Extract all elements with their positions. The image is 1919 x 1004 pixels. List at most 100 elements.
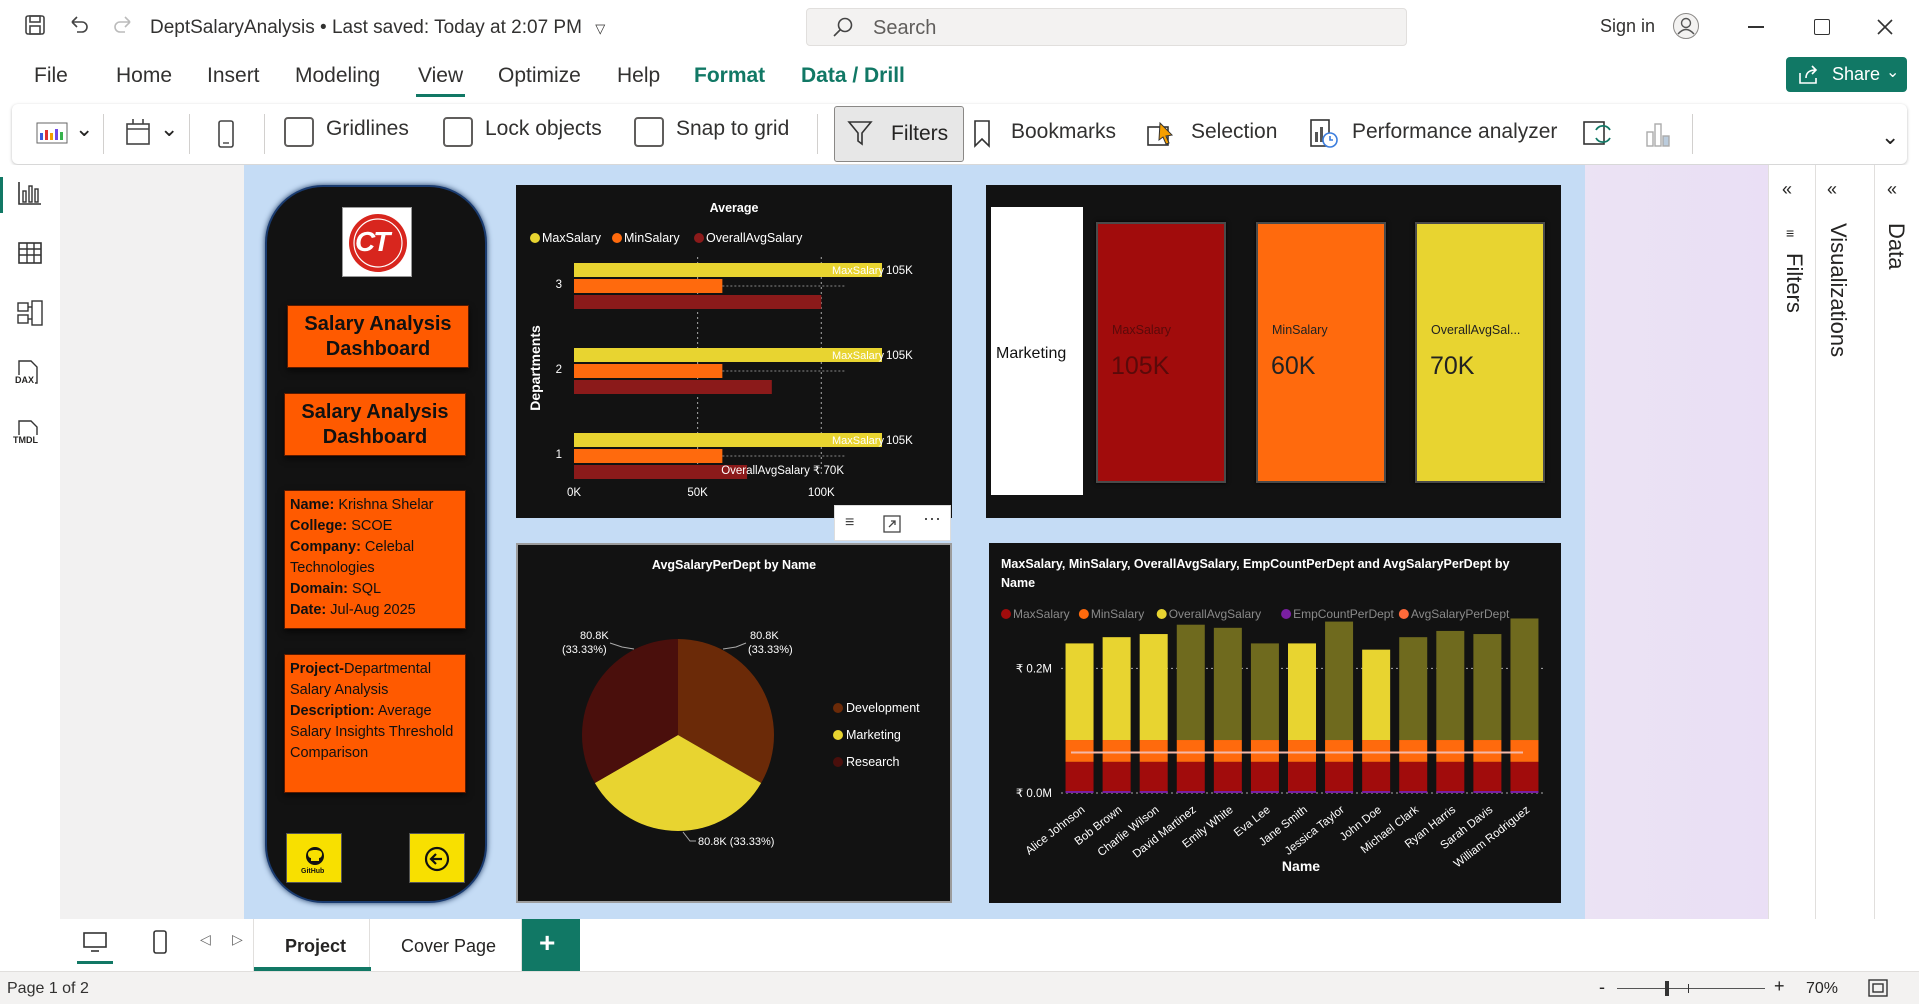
info-key: Domain: xyxy=(290,581,348,597)
kpi-card: OverallAvgSal... 70K xyxy=(1415,222,1545,483)
github-button[interactable]: GitHub xyxy=(286,833,342,883)
chevron-down-icon[interactable]: ⌄ xyxy=(75,116,93,142)
menu-data-drill[interactable]: Data / Drill xyxy=(801,64,905,88)
mobile-layout-icon[interactable] xyxy=(152,929,168,955)
menu-file[interactable]: File xyxy=(34,64,68,88)
bar-segment xyxy=(1362,740,1391,762)
bar-segment xyxy=(1176,624,1205,741)
divider xyxy=(1692,114,1693,154)
slice-label: (33.33%) xyxy=(562,644,607,656)
info-row: Name: Krishna Shelar xyxy=(290,495,460,516)
data-label: MaxSalary xyxy=(832,265,884,277)
undo-icon[interactable] xyxy=(68,14,90,42)
lock-objects-checkbox[interactable] xyxy=(443,117,473,147)
avg-salary-pie-chart[interactable]: AvgSalaryPerDept by Name 80.8K (33.33%) 80.… xyxy=(516,543,952,903)
menu-view[interactable]: View xyxy=(418,64,463,88)
zoom-slider-thumb[interactable] xyxy=(1665,981,1669,996)
gridlines-checkbox[interactable] xyxy=(284,117,314,147)
legend-label: AvgSalaryPerDept xyxy=(1411,607,1510,621)
menu-home[interactable]: Home xyxy=(116,64,172,88)
collapse-data-icon[interactable]: « xyxy=(1887,179,1897,200)
chevron-down-icon[interactable]: ⌄ xyxy=(160,116,178,142)
add-page-button[interactable]: + xyxy=(522,919,580,971)
zoom-level[interactable]: 70% xyxy=(1806,980,1838,998)
fit-to-page-icon[interactable] xyxy=(1868,979,1888,997)
department-slicer[interactable]: Marketing xyxy=(991,207,1083,495)
mobile-layout-icon[interactable] xyxy=(217,119,235,149)
next-page-icon[interactable]: ▷ xyxy=(232,931,243,948)
menu-help[interactable]: Help xyxy=(617,64,660,88)
bar-segment xyxy=(1065,643,1094,741)
bar-segment xyxy=(1213,627,1242,741)
tab-project[interactable]: Project xyxy=(253,919,371,971)
legend-marker xyxy=(1398,609,1409,619)
menu-insert[interactable]: Insert xyxy=(207,64,260,88)
bookmark-icon[interactable] xyxy=(972,119,992,149)
performance-analyzer-icon[interactable] xyxy=(1309,118,1339,150)
filters-button[interactable]: Filters xyxy=(834,106,964,162)
kpi-value: 70K xyxy=(1430,352,1475,380)
kpi-card-panel[interactable]: Marketing MaxSalary 105K MinSalary 60K Overa… xyxy=(986,185,1561,518)
more-options-icon[interactable]: ⋯ xyxy=(923,509,941,530)
filter-icon[interactable]: ≡ xyxy=(845,514,854,532)
zoom-slider[interactable] xyxy=(1617,981,1765,996)
lock-objects-label[interactable]: Lock objects xyxy=(485,117,602,141)
chevron-down-icon[interactable]: ▽ xyxy=(595,21,605,36)
y-tick-label: 2 xyxy=(556,364,562,376)
legend-marker xyxy=(1001,609,1011,619)
average-bar-chart[interactable]: Average MaxSalary MinSalary OverallAvgSalar… xyxy=(516,185,952,518)
menu-optimize[interactable]: Optimize xyxy=(498,64,581,88)
save-icon[interactable] xyxy=(24,14,46,42)
bar-segment xyxy=(1139,761,1168,793)
bookmarks-button[interactable]: Bookmarks xyxy=(1011,120,1116,144)
zoom-out-button[interactable]: - xyxy=(1599,977,1605,998)
ribbon-expand-icon[interactable]: ⌄ xyxy=(1881,124,1899,150)
report-view-icon[interactable] xyxy=(16,179,44,207)
info-value: Jul-Aug 2025 xyxy=(326,602,416,618)
selection-button[interactable]: Selection xyxy=(1191,120,1277,144)
close-icon[interactable] xyxy=(1876,18,1894,36)
collapse-visualizations-icon[interactable]: « xyxy=(1827,179,1837,200)
performance-analyzer-button[interactable]: Performance analyzer xyxy=(1352,120,1557,144)
menu-format[interactable]: Format xyxy=(694,64,765,88)
pane-divider xyxy=(1874,165,1875,919)
user-avatar-icon[interactable] xyxy=(1672,12,1700,40)
legend-marker xyxy=(1281,609,1292,619)
previous-page-icon[interactable]: ◁ xyxy=(200,931,211,948)
github-icon xyxy=(306,847,324,865)
desktop-layout-icon[interactable] xyxy=(82,931,108,953)
bar-segment xyxy=(1102,740,1131,762)
dax-query-view-icon[interactable]: DAX xyxy=(14,359,46,391)
data-pane-tab[interactable]: Data xyxy=(1883,223,1909,269)
active-view-indicator xyxy=(0,177,3,213)
focus-mode-icon[interactable] xyxy=(883,515,901,533)
tmdl-view-icon[interactable]: TMDL xyxy=(12,419,46,451)
bar-segment xyxy=(1250,761,1279,793)
minimize-icon[interactable] xyxy=(1748,26,1764,28)
tab-cover-page[interactable]: Cover Page xyxy=(370,919,522,971)
project-row: Description: Average Salary Insights Thr… xyxy=(290,701,460,764)
filters-pane-tab[interactable]: Filters xyxy=(1781,253,1807,313)
snap-to-grid-checkbox[interactable] xyxy=(634,117,664,147)
redo-icon[interactable] xyxy=(112,14,134,42)
visualizations-pane-tab[interactable]: Visualizations xyxy=(1825,223,1851,357)
selection-icon[interactable] xyxy=(1146,119,1176,149)
salary-by-name-chart[interactable]: MaxSalary, MinSalary, OverallAvgSalary, … xyxy=(989,543,1561,903)
document-title[interactable]: DeptSalaryAnalysis • Last saved: Today a… xyxy=(150,17,605,39)
snap-to-grid-label[interactable]: Snap to grid xyxy=(676,117,789,141)
maximize-icon[interactable] xyxy=(1814,19,1830,35)
table-view-icon[interactable] xyxy=(16,239,44,267)
collapse-filters-icon[interactable]: « xyxy=(1782,179,1792,200)
sign-in-link[interactable]: Sign in xyxy=(1600,16,1655,37)
share-button[interactable]: Share ⌄ xyxy=(1786,57,1907,92)
sync-slicers-icon[interactable] xyxy=(1582,118,1614,150)
zoom-in-button[interactable]: + xyxy=(1774,976,1785,997)
menu-modeling[interactable]: Modeling xyxy=(295,64,380,88)
search-input[interactable]: Search xyxy=(806,8,1407,46)
theme-icon[interactable] xyxy=(36,121,68,145)
bar-segment xyxy=(1510,791,1539,793)
gridlines-label[interactable]: Gridlines xyxy=(326,117,409,141)
model-view-icon[interactable] xyxy=(16,299,44,327)
page-view-icon[interactable] xyxy=(124,118,152,148)
back-button[interactable] xyxy=(409,833,465,883)
